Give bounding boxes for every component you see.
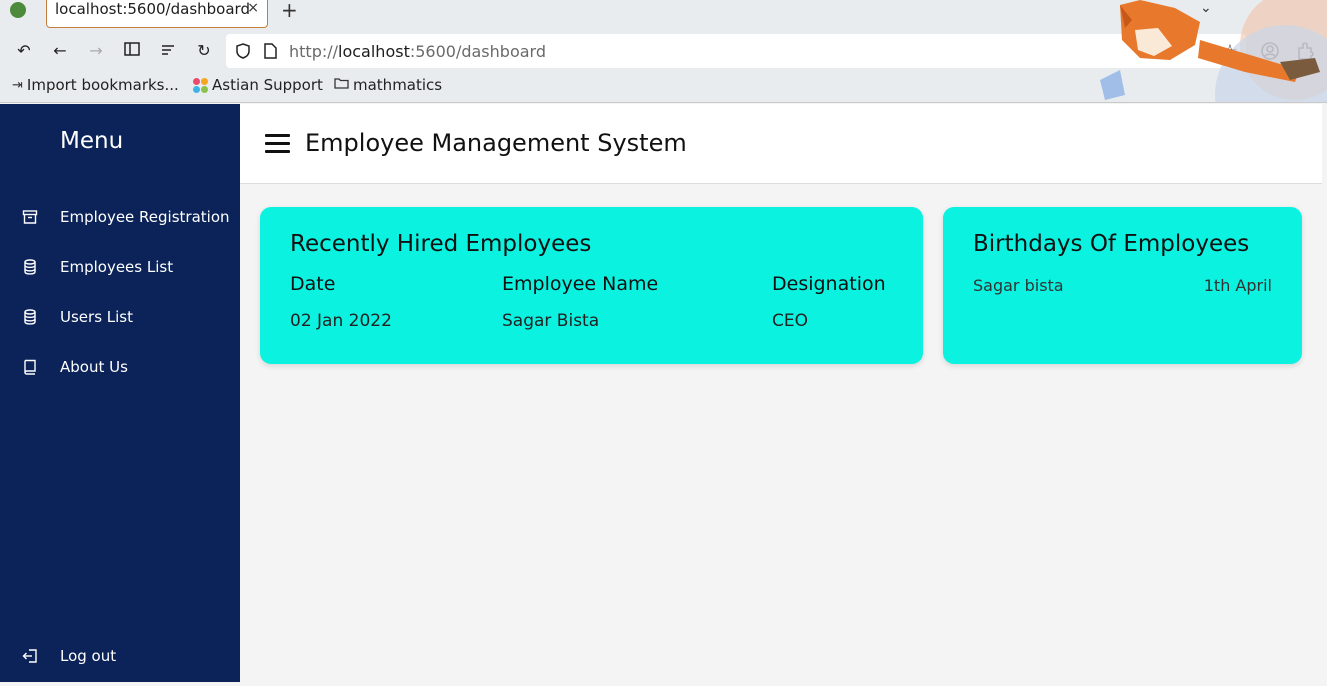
- url-bar[interactable]: http://localhost:5600/dashboard ☆: [226, 34, 1246, 68]
- app-header: Employee Management System: [240, 104, 1322, 184]
- browser-chrome: localhost:5600/dashboard × + ⌄ ↶ ← → ↻ h…: [0, 0, 1327, 103]
- navigation-bar: ↶ ← → ↻ http://localhost:5600/dashboard …: [0, 34, 1327, 68]
- bookmark-folder-mathmatics[interactable]: mathmatics: [334, 76, 442, 94]
- designation-cell: CEO: [772, 311, 808, 331]
- column-header-employee-name: Employee Name: [502, 273, 659, 295]
- extensions-icon[interactable]: [1296, 41, 1316, 65]
- import-icon: ⇥: [12, 77, 23, 93]
- undo-icon[interactable]: ↶: [13, 40, 35, 62]
- forward-arrow-icon[interactable]: →: [85, 40, 107, 62]
- sidebar-toggle-icon[interactable]: [121, 40, 143, 62]
- url-scheme: http://: [289, 42, 339, 61]
- bookmark-astian-support[interactable]: Astian Support: [193, 76, 323, 94]
- sidebar-item-label: Employees List: [60, 258, 174, 276]
- database-icon: [22, 259, 40, 277]
- chevron-down-icon[interactable]: ⌄: [1200, 0, 1212, 16]
- card-title: Recently Hired Employees: [290, 231, 592, 257]
- logout-button[interactable]: Log out: [0, 639, 240, 675]
- bookmark-star-icon[interactable]: ☆: [1222, 41, 1238, 62]
- sidebar-item-about-us[interactable]: About Us: [0, 350, 240, 386]
- employee-name-cell: Sagar Bista: [502, 311, 600, 331]
- column-header-date: Date: [290, 273, 336, 295]
- birthday-date: 1th April: [1203, 276, 1272, 295]
- bookmark-label: Import bookmarks...: [26, 76, 179, 94]
- sidebar-item-label: About Us: [60, 358, 128, 376]
- bookmarks-bar: ⇥ Import bookmarks... Astian Support mat…: [0, 74, 1327, 100]
- tab-strip: localhost:5600/dashboard × + ⌄: [0, 0, 1327, 30]
- bookmark-label: mathmatics: [353, 76, 443, 94]
- folder-icon: [334, 77, 349, 93]
- sidebar-title: Menu: [60, 128, 124, 154]
- birthday-employee-name: Sagar bista: [973, 276, 1064, 295]
- book-icon: [22, 359, 40, 377]
- logout-icon: [22, 648, 40, 666]
- column-header-designation: Designation: [772, 273, 886, 295]
- sidebar-item-users-list[interactable]: Users List: [0, 300, 240, 336]
- page-icon: [264, 43, 277, 63]
- recently-hired-card: Recently Hired Employees Date Employee N…: [260, 207, 923, 364]
- sidebar-item-label: Employee Registration: [60, 208, 230, 226]
- tab-title: localhost:5600/dashboard: [55, 0, 250, 18]
- account-icon[interactable]: [1260, 41, 1280, 65]
- bookmark-import[interactable]: ⇥ Import bookmarks...: [12, 76, 179, 94]
- close-icon[interactable]: ×: [247, 0, 259, 16]
- sidebar-item-employees-list[interactable]: Employees List: [0, 250, 240, 286]
- logout-label: Log out: [60, 647, 117, 665]
- url-host: localhost: [338, 42, 410, 61]
- back-arrow-icon[interactable]: ←: [49, 40, 71, 62]
- hire-date-cell: 02 Jan 2022: [290, 311, 392, 331]
- birthdays-card: Birthdays Of Employees Sagar bista 1th A…: [943, 207, 1302, 364]
- astian-logo-icon: [193, 77, 208, 93]
- archive-icon: [22, 209, 40, 227]
- database-icon: [22, 309, 40, 327]
- bookmark-label: Astian Support: [212, 76, 323, 94]
- sidebar-item-employee-registration[interactable]: Employee Registration: [0, 200, 240, 236]
- shield-icon[interactable]: [235, 43, 251, 63]
- reload-icon[interactable]: ↻: [193, 40, 215, 62]
- favicon-icon: [10, 2, 26, 18]
- card-title: Birthdays Of Employees: [973, 231, 1250, 257]
- url-text[interactable]: http://localhost:5600/dashboard: [289, 42, 546, 61]
- url-path: :5600/dashboard: [409, 42, 546, 61]
- new-tab-button[interactable]: +: [281, 0, 298, 22]
- browser-tab[interactable]: localhost:5600/dashboard ×: [46, 0, 268, 28]
- sidebar: Menu Employee Registration Employees Lis…: [0, 104, 240, 682]
- hamburger-menu-icon[interactable]: [265, 134, 290, 154]
- page-title: Employee Management System: [305, 129, 687, 157]
- reader-list-icon[interactable]: [157, 40, 179, 62]
- sidebar-item-label: Users List: [60, 308, 133, 326]
